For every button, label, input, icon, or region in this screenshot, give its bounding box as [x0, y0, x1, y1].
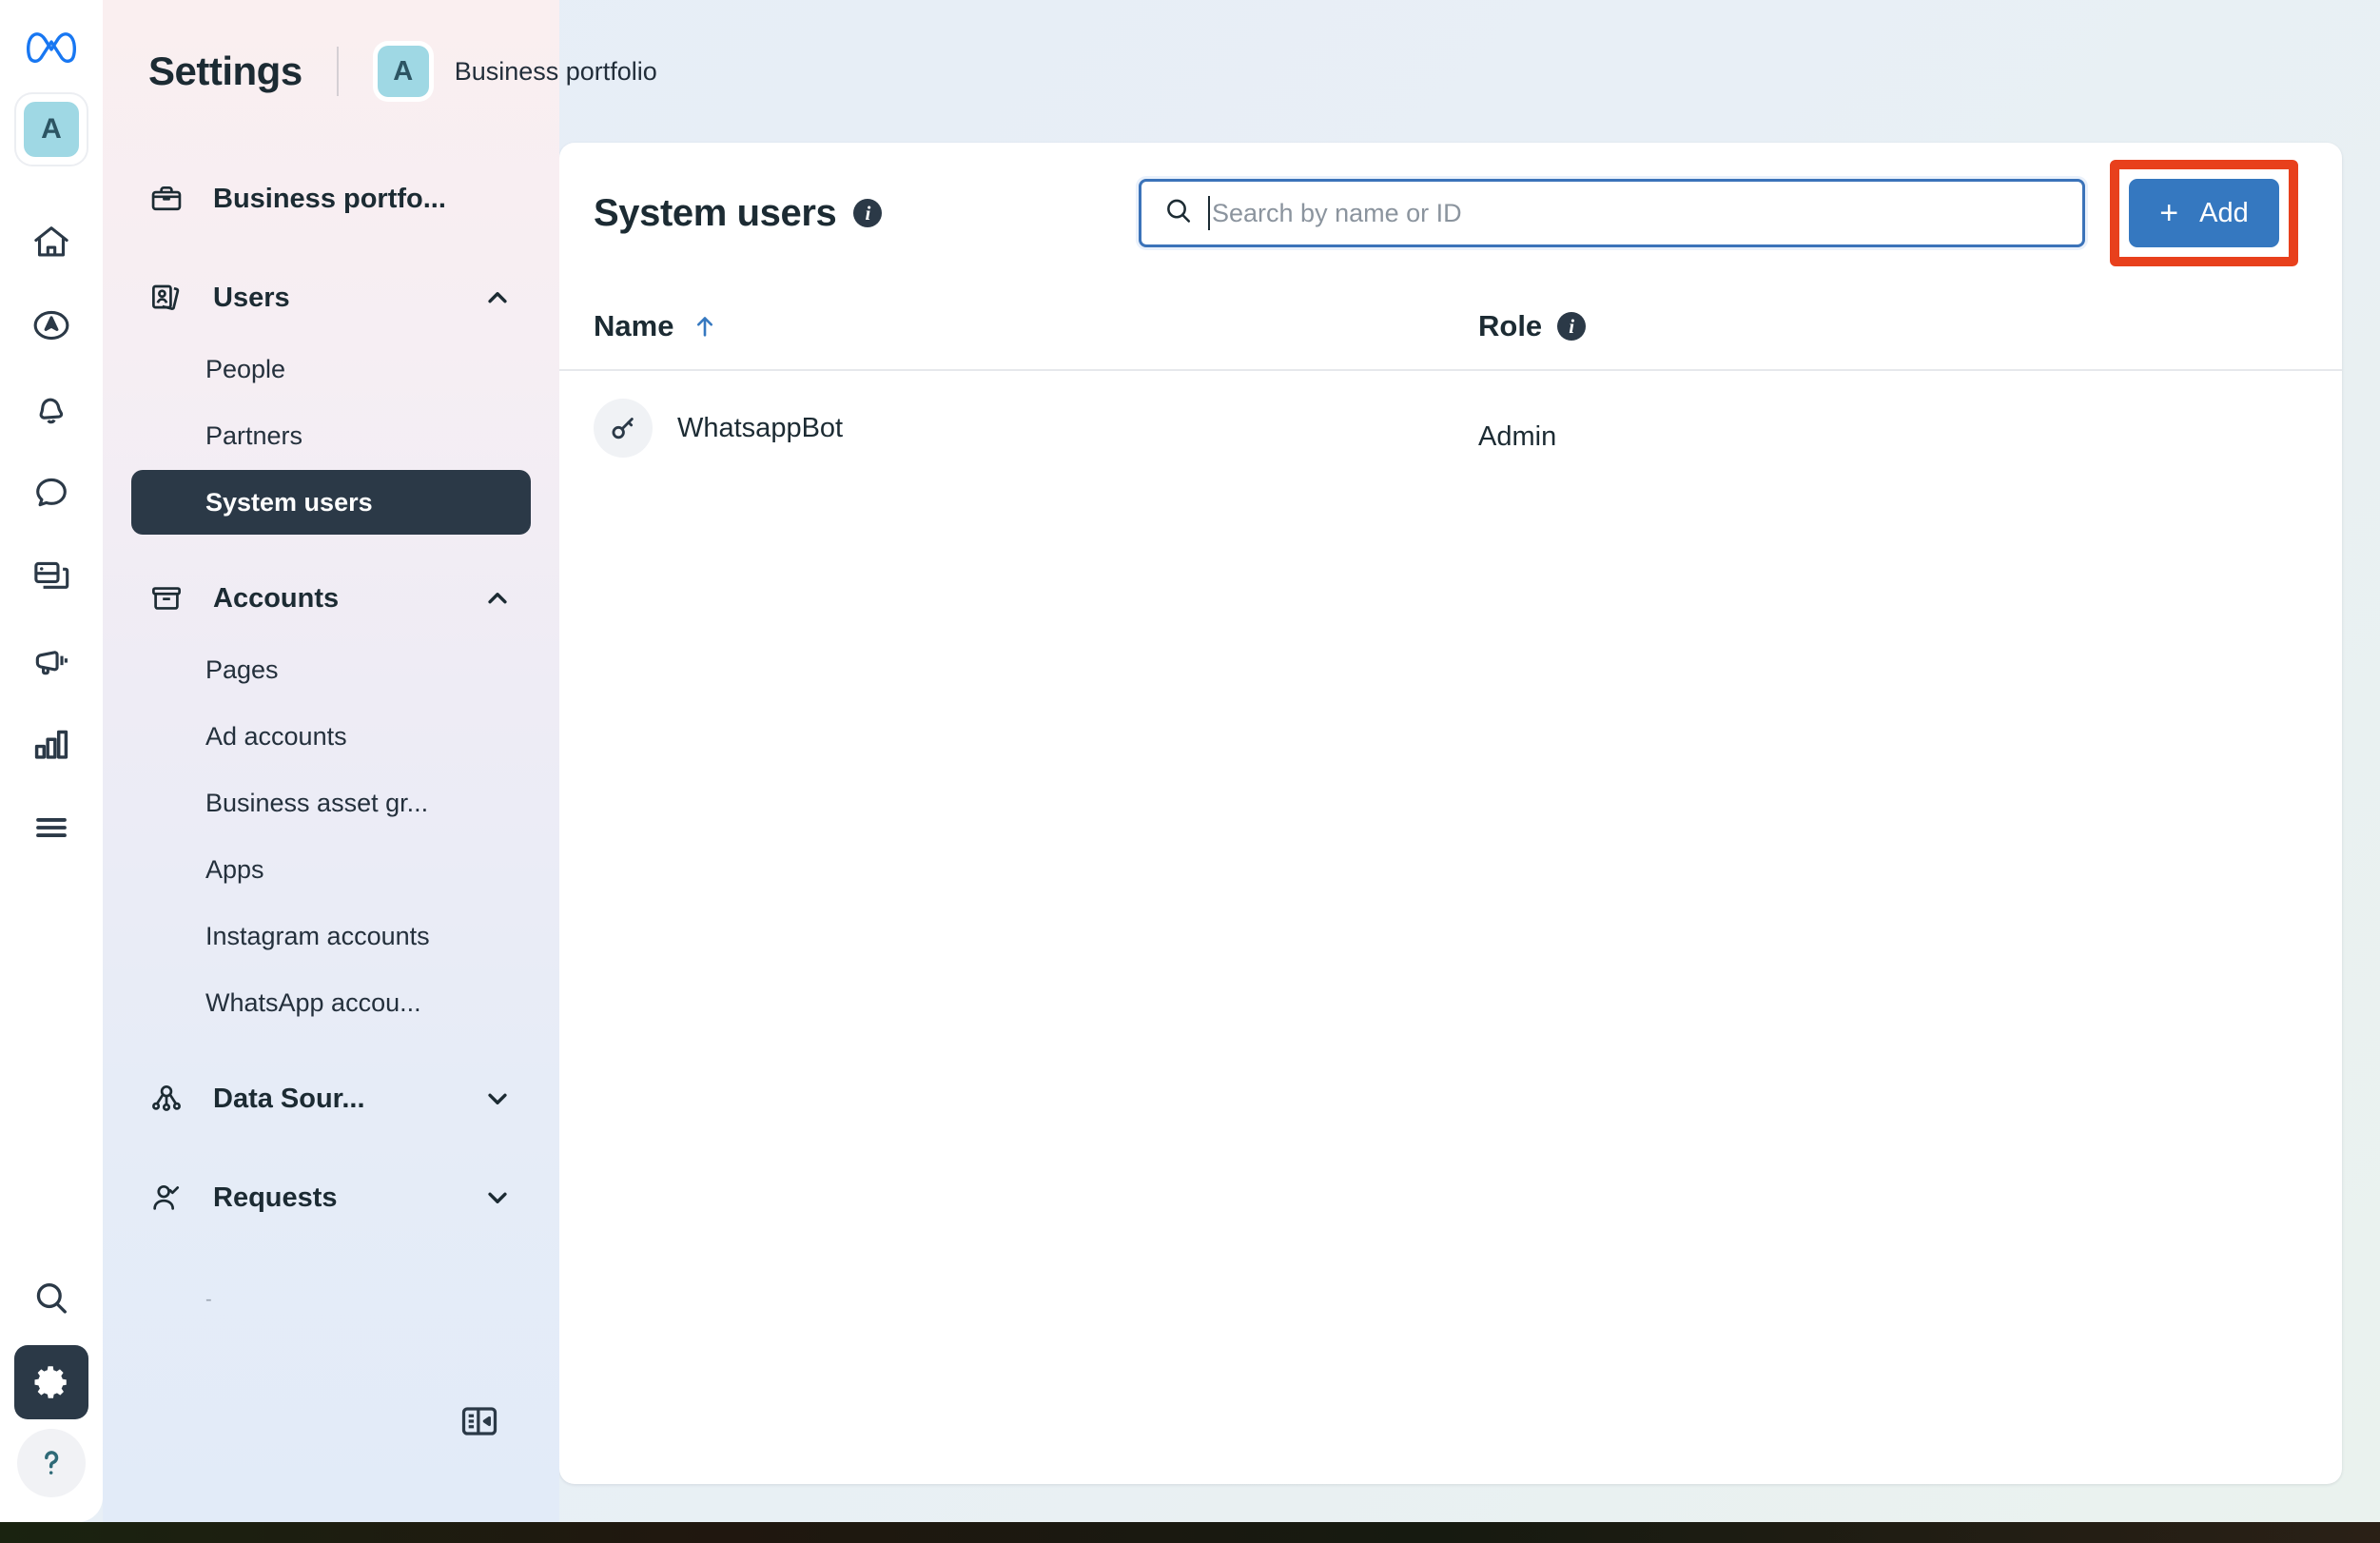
- text-cursor: [1208, 196, 1210, 230]
- plus-icon: +: [2159, 195, 2179, 231]
- sidebar-item-ad-accounts[interactable]: Ad accounts: [131, 704, 531, 769]
- compass-icon[interactable]: [14, 288, 88, 362]
- sidebar-item-business-asset-groups[interactable]: Business asset gr...: [131, 771, 531, 835]
- collapse-panel-icon[interactable]: [455, 1397, 504, 1446]
- chat-bubble-icon[interactable]: [14, 456, 88, 530]
- rail-avatar-initial: A: [24, 102, 79, 157]
- settings-nav-panel: Business portfo... Users People Partners…: [103, 0, 559, 1522]
- nav-placeholder-dash: -: [205, 1289, 212, 1310]
- search-placeholder: Search by name or ID: [1212, 198, 1462, 227]
- nav-group-label: Accounts: [213, 582, 340, 614]
- nav-group-label: Business portfo...: [213, 183, 446, 214]
- search-input[interactable]: Search by name or ID: [1139, 179, 2085, 247]
- card-header: System users i Search by name or ID + Ad…: [559, 143, 2342, 283]
- column-header-role: Role i: [1478, 309, 1587, 343]
- chevron-down-icon[interactable]: [481, 1083, 514, 1115]
- table-header: Name Role i: [559, 283, 2342, 371]
- rail-avatar[interactable]: A: [16, 94, 87, 165]
- cell-name: WhatsappBot: [594, 399, 1478, 458]
- nav-sub-label: Business asset gr...: [205, 788, 429, 817]
- gear-icon[interactable]: [14, 1345, 88, 1419]
- nav-sub-label: WhatsApp accou...: [205, 987, 421, 1017]
- pages-cards-icon[interactable]: [14, 539, 88, 614]
- add-button-label: Add: [2199, 197, 2249, 228]
- page-title: System users: [594, 191, 837, 234]
- nav-group-label: Requests: [213, 1182, 338, 1213]
- nav-group-users[interactable]: Users: [131, 261, 531, 335]
- meta-logo-icon[interactable]: [26, 29, 77, 69]
- user-check-icon: [148, 1180, 198, 1216]
- nav-group-business-portfolio[interactable]: Business portfo...: [131, 162, 531, 236]
- nav-sub-label: People: [205, 354, 286, 383]
- left-icon-rail: A: [0, 0, 103, 1522]
- megaphone-icon[interactable]: [14, 623, 88, 697]
- sidebar-item-pages[interactable]: Pages: [131, 637, 531, 702]
- id-card-icon: [148, 280, 198, 316]
- column-header-name[interactable]: Name: [594, 309, 1478, 343]
- chevron-up-icon[interactable]: [481, 582, 514, 615]
- nav-group-label: Users: [213, 282, 290, 313]
- briefcase-icon: [148, 181, 198, 217]
- column-label: Role: [1478, 309, 1543, 342]
- table-row[interactable]: WhatsappBot Admin: [559, 371, 2342, 485]
- nav-sub-label: System users: [205, 487, 373, 517]
- nav-sub-label: Instagram accounts: [205, 921, 430, 950]
- nav-group-accounts[interactable]: Accounts: [131, 561, 531, 635]
- nav-sub-label: Pages: [205, 654, 279, 684]
- cell-role: Admin: [1478, 420, 1557, 452]
- hamburger-menu-icon[interactable]: [14, 791, 88, 865]
- sidebar-item-people[interactable]: People: [131, 337, 531, 401]
- screen-bottom-strip: [0, 1522, 2380, 1543]
- nav-list: Business portfo... Users People Partners…: [103, 143, 559, 1310]
- column-label: Name: [594, 309, 674, 342]
- bell-icon[interactable]: [14, 372, 88, 446]
- info-icon[interactable]: i: [1557, 312, 1587, 341]
- data-sources-icon: [148, 1081, 198, 1117]
- nav-sub-label: Apps: [205, 854, 264, 884]
- nav-sub-label: Partners: [205, 420, 303, 450]
- add-button-highlight: + Add: [2110, 160, 2298, 266]
- nav-group-label: Data Sour...: [213, 1083, 365, 1114]
- nav-group-requests[interactable]: Requests: [131, 1161, 531, 1235]
- help-icon[interactable]: [17, 1429, 86, 1497]
- settings-page: A Business portfo... Users People Partne…: [0, 0, 2380, 1543]
- archive-box-icon: [148, 580, 198, 616]
- bar-chart-icon[interactable]: [14, 707, 88, 781]
- sidebar-item-whatsapp-accounts[interactable]: WhatsApp accou...: [131, 970, 531, 1035]
- sort-ascending-icon[interactable]: [691, 310, 719, 342]
- info-icon[interactable]: i: [853, 199, 883, 227]
- add-button[interactable]: + Add: [2129, 179, 2279, 247]
- system-users-card: System users i Search by name or ID + Ad…: [559, 143, 2342, 1484]
- nav-sub-label: Ad accounts: [205, 721, 347, 751]
- chevron-down-icon[interactable]: [481, 1182, 514, 1214]
- sidebar-item-system-users[interactable]: System users: [131, 470, 531, 535]
- sidebar-item-instagram-accounts[interactable]: Instagram accounts: [131, 904, 531, 968]
- home-icon[interactable]: [14, 205, 88, 279]
- nav-group-data-sources[interactable]: Data Sour...: [131, 1062, 531, 1136]
- system-user-name: WhatsappBot: [677, 412, 844, 443]
- sidebar-item-partners[interactable]: Partners: [131, 403, 531, 468]
- chevron-up-icon[interactable]: [481, 282, 514, 314]
- search-icon[interactable]: [14, 1261, 88, 1336]
- key-icon: [594, 399, 653, 458]
- search-icon: [1162, 195, 1195, 232]
- sidebar-item-apps[interactable]: Apps: [131, 837, 531, 902]
